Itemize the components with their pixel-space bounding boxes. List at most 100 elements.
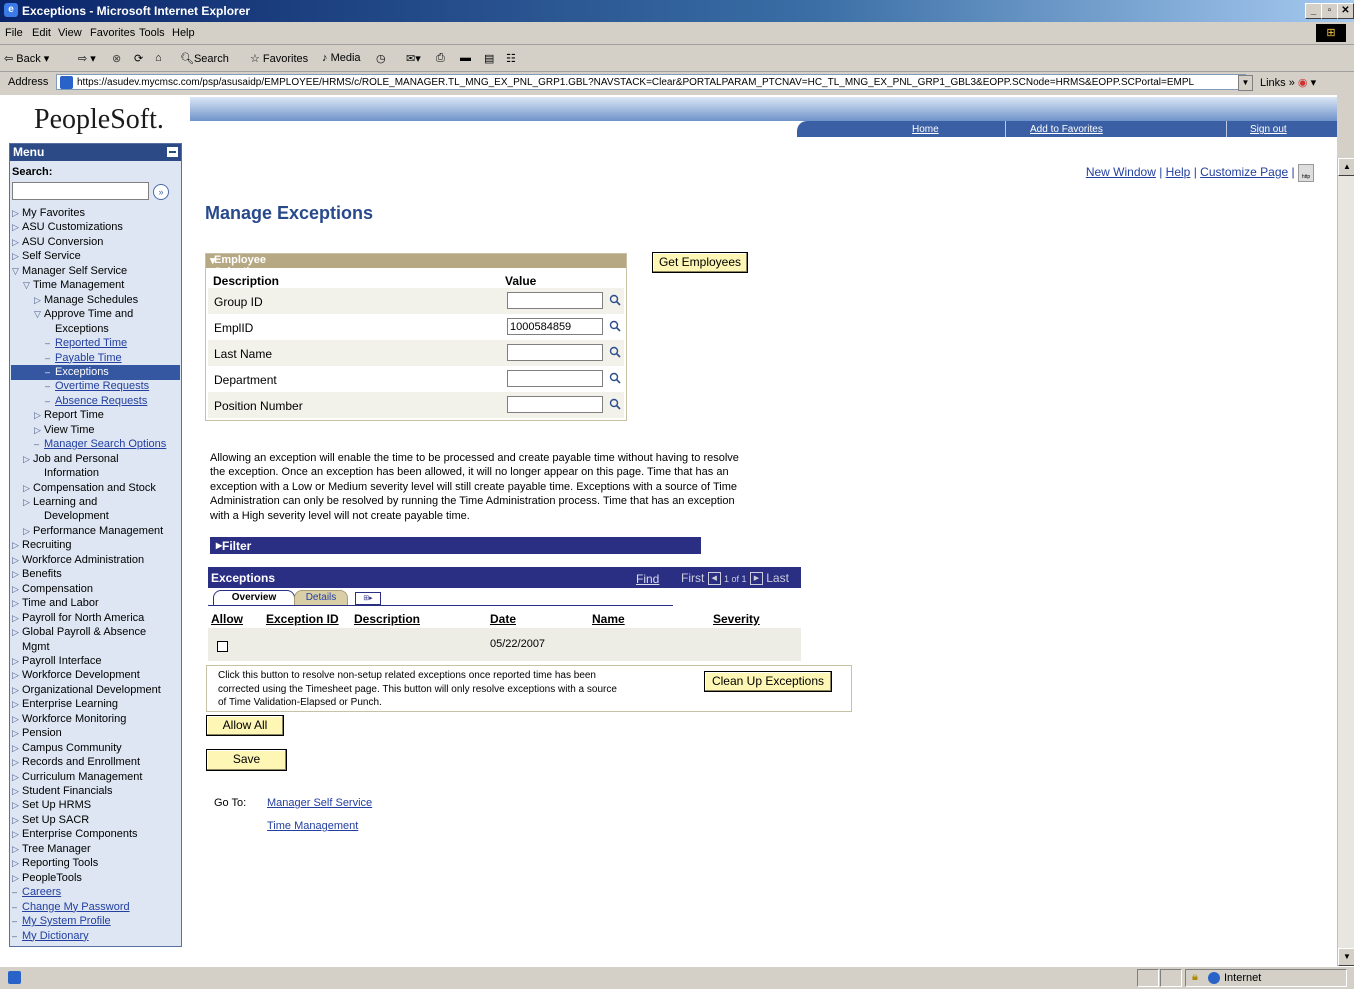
sidebar-item[interactable]: ▷ Payroll Interface [12, 655, 101, 667]
search-go-icon[interactable]: » [153, 184, 169, 200]
sidebar-item[interactable]: ▷ Benefits [12, 568, 62, 580]
vertical-scrollbar[interactable]: ▲ ▼ [1337, 158, 1354, 966]
sidebar-item[interactable]: – My Dictionary [12, 930, 89, 942]
sidebar-item[interactable]: ▷ Reporting Tools [12, 857, 98, 869]
sidebar-item[interactable]: ▽ Approve Time and [34, 308, 133, 320]
lookup-icon[interactable] [609, 398, 621, 410]
lookup-icon[interactable] [609, 346, 621, 358]
forward-button[interactable]: ⇨ ▾ [78, 52, 96, 65]
sidebar-item[interactable]: ▷ ASU Customizations [12, 221, 123, 233]
col-name[interactable]: Name [592, 612, 625, 626]
goto-time-management-link[interactable]: Time Management [267, 820, 358, 832]
print-icon[interactable]: ⎙ [436, 52, 445, 65]
last-label[interactable]: Last [766, 571, 789, 585]
sidebar-item[interactable]: – Exceptions [45, 366, 109, 378]
clean-up-exceptions-button[interactable]: Clean Up Exceptions [704, 671, 832, 692]
messenger-icon[interactable]: ☷ [506, 52, 516, 65]
criteria-value-input[interactable] [507, 344, 603, 361]
refresh-icon[interactable]: ⟳ [134, 52, 143, 65]
stop-icon[interactable]: ⊗ [112, 52, 121, 65]
get-employees-button[interactable]: Get Employees [652, 252, 748, 273]
sidebar-item[interactable]: ▷ Campus Community [12, 742, 122, 754]
close-button[interactable]: ✕ [1337, 3, 1354, 19]
sidebar-item[interactable]: ▷ Compensation [12, 583, 93, 595]
sidebar-item[interactable]: ▷ Workforce Monitoring [12, 713, 126, 725]
sidebar-item[interactable]: – Careers [12, 886, 61, 898]
home-icon[interactable]: ⌂ [155, 52, 162, 64]
lookup-icon[interactable] [609, 294, 621, 306]
customize-page-link[interactable]: Customize Page [1200, 165, 1288, 179]
sign-out-link[interactable]: Sign out [1250, 124, 1287, 135]
col-allow[interactable]: Allow [211, 612, 243, 626]
sidebar-item[interactable]: ▷ Workforce Administration [12, 554, 144, 566]
first-label[interactable]: First [681, 571, 704, 585]
sidebar-item[interactable]: ▷ View Time [34, 424, 95, 436]
add-to-favorites-link[interactable]: Add to Favorites [1030, 124, 1103, 135]
tab-overview[interactable]: Overview [213, 590, 295, 605]
sidebar-item[interactable]: ▷ Student Financials [12, 785, 113, 797]
sidebar-item[interactable]: ▷ Payroll for North America [12, 612, 144, 624]
sidebar-item[interactable]: ▷ Enterprise Components [12, 828, 138, 840]
criteria-value-input[interactable]: 1000584859 [507, 318, 603, 335]
sidebar-item[interactable]: ▷ Tree Manager [12, 843, 91, 855]
criteria-value-input[interactable] [507, 396, 603, 413]
menu-view[interactable]: View [58, 27, 82, 39]
col-date[interactable]: Date [490, 612, 516, 626]
maximize-button[interactable]: ▫ [1321, 3, 1338, 19]
address-field[interactable]: https://asudev.mycmsc.com/psp/asusaidp/E… [56, 74, 1246, 90]
address-dropdown-icon[interactable]: ▼ [1238, 75, 1253, 91]
sidebar-item[interactable]: ▷ Self Service [12, 250, 81, 262]
sidebar-item[interactable]: ▷ Records and Enrollment [12, 756, 140, 768]
sidebar-item[interactable]: – My System Profile [12, 915, 111, 927]
sidebar-item[interactable]: – Manager Search Options [34, 438, 166, 450]
goto-manager-self-service-link[interactable]: Manager Self Service [267, 797, 372, 809]
scroll-down-arrow-icon[interactable]: ▼ [1338, 948, 1354, 966]
lookup-icon[interactable] [609, 320, 621, 332]
menu-tools[interactable]: Tools [139, 27, 165, 39]
sidebar-item[interactable]: ▷ Set Up SACR [12, 814, 89, 826]
http-icon[interactable]: http [1298, 164, 1314, 182]
edit-icon[interactable]: ▬ [460, 52, 471, 64]
favorites-button[interactable]: ☆ Favorites [250, 52, 308, 65]
sidebar-item[interactable]: – Absence Requests [45, 395, 147, 407]
sidebar-item[interactable]: ▷ Curriculum Management [12, 771, 142, 783]
help-link[interactable]: Help [1166, 165, 1191, 179]
sidebar-item[interactable]: ▽ Time Management [23, 279, 124, 291]
menu-edit[interactable]: Edit [32, 27, 51, 39]
show-all-columns-icon[interactable]: ⊞▸ [355, 592, 381, 605]
filter-options-bar[interactable]: ▸ Filter Options [210, 537, 701, 567]
menu-search-input[interactable] [12, 182, 149, 200]
home-link[interactable]: Home [912, 124, 939, 135]
scroll-up-arrow-icon[interactable]: ▲ [1338, 158, 1354, 176]
sidebar-item[interactable]: ▷ Compensation and Stock [23, 482, 156, 494]
col-description[interactable]: Description [354, 612, 420, 626]
sidebar-item[interactable]: ▷ PeopleTools [12, 872, 82, 884]
col-exception-id[interactable]: Exception ID [266, 612, 339, 626]
sidebar-item[interactable]: ▷ Learning and [23, 496, 97, 508]
sidebar-item[interactable]: ▽ Manager Self Service [12, 265, 127, 277]
sidebar-item[interactable]: ▷ Job and Personal [23, 453, 119, 465]
sidebar-item[interactable]: ▷ Recruiting [12, 539, 72, 551]
sidebar-item[interactable]: ▷ Time and Labor [12, 597, 99, 609]
menu-favorites[interactable]: Favorites [90, 27, 135, 39]
search-button[interactable]: 🔍︎Search [180, 52, 229, 65]
lookup-icon[interactable] [609, 372, 621, 384]
find-link[interactable]: Find [636, 572, 659, 586]
sidebar-item[interactable]: ▷ Manage Schedules [34, 294, 138, 306]
tab-details[interactable]: Details [294, 590, 348, 605]
sidebar-item[interactable]: ▷ Workforce Development [12, 669, 140, 681]
sidebar-item[interactable]: ▷ Pension [12, 727, 62, 739]
sidebar-item[interactable]: ▷ Global Payroll & Absence [12, 626, 146, 638]
sidebar-item[interactable]: ▷ ASU Conversion [12, 236, 103, 248]
history-icon[interactable]: ◷ [376, 52, 386, 65]
sidebar-item[interactable]: ▷ Organizational Development [12, 684, 161, 696]
sidebar-item[interactable]: ▷ Set Up HRMS [12, 799, 91, 811]
sidebar-item[interactable]: ▷ My Favorites [12, 207, 85, 219]
new-window-link[interactable]: New Window [1086, 165, 1156, 179]
media-button[interactable]: ♪ Media [322, 52, 361, 64]
save-button[interactable]: Save [206, 749, 287, 771]
allow-all-button[interactable]: Allow All [206, 715, 284, 736]
menu-help[interactable]: Help [172, 27, 195, 39]
col-severity[interactable]: Severity [713, 612, 760, 626]
minimize-button[interactable]: _ [1305, 3, 1322, 19]
